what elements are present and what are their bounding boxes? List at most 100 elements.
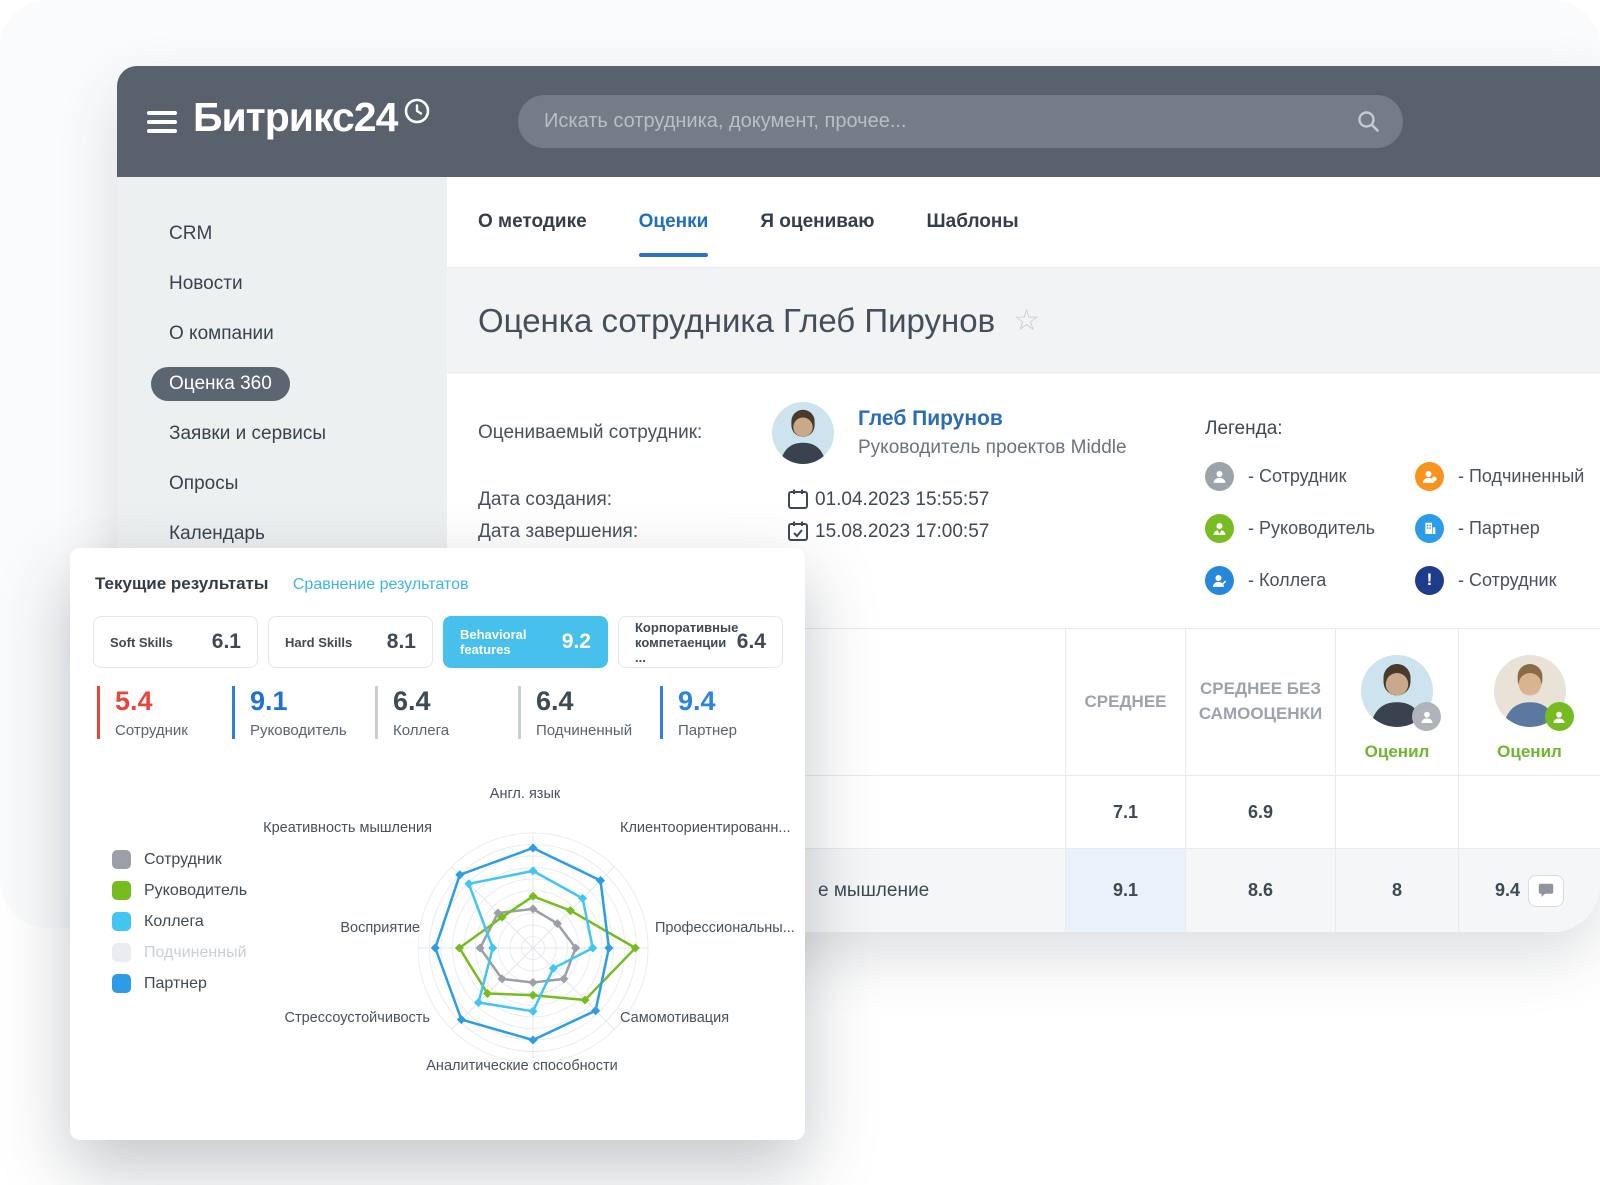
score-colleague: 6.4Коллега bbox=[375, 686, 449, 739]
legend-item-subordinate: - Подчиненный bbox=[1415, 450, 1600, 502]
tab-templates[interactable]: Шаблоны bbox=[927, 177, 1019, 267]
manager-badge-icon bbox=[1545, 702, 1574, 731]
series-swatch bbox=[112, 943, 131, 962]
legend-item-manager: - Руководитель bbox=[1205, 502, 1415, 554]
table-header-avg: СРЕДНЕЕ bbox=[1065, 629, 1185, 776]
score-employee: 5.4Сотрудник bbox=[97, 686, 188, 739]
series-swatch bbox=[112, 974, 131, 993]
evaluated-status: Оценил bbox=[1365, 740, 1430, 765]
exclamation-icon: ! bbox=[1415, 566, 1444, 595]
app-logo-text: Битрикс24 bbox=[193, 94, 397, 141]
results-card: Текущие результаты Сравнение результатов… bbox=[70, 548, 805, 1140]
sidebar-item-news[interactable]: Новости bbox=[169, 259, 447, 309]
table-cell-eval1 bbox=[1335, 776, 1458, 849]
created-label: Дата создания: bbox=[478, 489, 612, 511]
section-tabs: О методике Оценки Я оцениваю Шаблоны bbox=[447, 177, 1600, 268]
score-partner: 9.4Партнер bbox=[660, 686, 737, 739]
sidebar-item-otsenka360[interactable]: Оценка 360 bbox=[169, 359, 447, 409]
comment-button[interactable] bbox=[1528, 875, 1564, 907]
created-date: 01.04.2023 15:55:57 bbox=[815, 489, 989, 511]
calendar-check-icon bbox=[787, 520, 809, 542]
score-summary: 5.4Сотрудник 9.1Руководитель 6.4Коллега … bbox=[70, 686, 805, 766]
legend: Легенда: - Сотрудник - Подчи bbox=[1205, 418, 1600, 606]
card-tabs: Текущие результаты Сравнение результатов bbox=[70, 548, 805, 594]
table-header-evaluator-1[interactable]: Оценил bbox=[1335, 629, 1458, 776]
tab-methodology[interactable]: О методике bbox=[478, 177, 587, 267]
employee-avatar[interactable] bbox=[772, 402, 834, 464]
table-cell-avg-highlighted: 9.1 bbox=[1065, 849, 1185, 932]
sidebar-item-surveys[interactable]: Опросы bbox=[169, 459, 447, 509]
table-cell-avg-no-self: 8.6 bbox=[1185, 849, 1335, 932]
series-swatch bbox=[112, 912, 131, 931]
axis-label: Аналитические способности bbox=[426, 1058, 617, 1074]
table-cell-avg: 7.1 bbox=[1065, 776, 1185, 849]
table-cell-eval2: 9.4 bbox=[1458, 849, 1600, 932]
radar-chart bbox=[388, 803, 678, 1093]
legend-item-partner: - Партнер bbox=[1415, 502, 1600, 554]
table-cell-eval2 bbox=[1458, 776, 1600, 849]
app-logo[interactable]: Битрикс24 bbox=[193, 94, 430, 141]
sidebar-item-crm[interactable]: CRM bbox=[169, 209, 447, 259]
skill-card-corporate[interactable]: Корпоративные компетаенции ... 6.4 bbox=[618, 616, 783, 668]
radar-legend-manager[interactable]: Руководитель bbox=[112, 881, 247, 900]
table-cell-eval1: 8 bbox=[1335, 849, 1458, 932]
page-title: Оценка сотрудника Глеб Пирунов bbox=[478, 302, 995, 340]
legend-item-colleague: - Коллега bbox=[1205, 554, 1415, 606]
global-search bbox=[518, 95, 1403, 148]
comment-bubble-icon bbox=[1537, 882, 1555, 900]
skill-card-soft-skills[interactable]: Soft Skills 6.1 bbox=[93, 616, 258, 668]
page-title-band: Оценка сотрудника Глеб Пирунов ☆ bbox=[447, 268, 1600, 374]
employee-role: Руководитель проектов Middle bbox=[858, 437, 1127, 459]
employee-label: Оцениваемый сотрудник: bbox=[478, 422, 702, 444]
axis-label: Профессиональны... bbox=[655, 920, 795, 936]
app-header: Битрикс24 bbox=[117, 66, 1600, 177]
axis-label: Восприятие bbox=[340, 920, 420, 936]
radar-legend-colleague[interactable]: Коллега bbox=[112, 912, 247, 931]
employee-badge-icon bbox=[1412, 702, 1441, 731]
clock-icon bbox=[404, 98, 430, 124]
radar-legend: Сотрудник Руководитель Коллега Подчиненн… bbox=[112, 850, 247, 993]
axis-label: Стрессоустойчивость bbox=[285, 1010, 431, 1026]
table-header-evaluator-2[interactable]: Оценил bbox=[1458, 629, 1600, 776]
menu-icon[interactable] bbox=[147, 111, 177, 134]
axis-label: Англ. язык bbox=[490, 786, 560, 802]
radar-chart-section: Сотрудник Руководитель Коллега Подчиненн… bbox=[70, 778, 805, 1140]
employee-name-link[interactable]: Глеб Пирунов bbox=[858, 407, 1003, 431]
finished-date: 15.08.2023 17:00:57 bbox=[815, 521, 989, 543]
radar-legend-subordinate[interactable]: Подчиненный bbox=[112, 943, 247, 962]
table-cell-avg-no-self: 6.9 bbox=[1185, 776, 1335, 849]
radar-legend-partner[interactable]: Партнер bbox=[112, 974, 247, 993]
calendar-icon bbox=[787, 488, 809, 510]
person-icon bbox=[1205, 514, 1234, 543]
series-swatch bbox=[112, 881, 131, 900]
legend-item-employee-alert: ! - Сотрудник bbox=[1415, 554, 1600, 606]
person-icon bbox=[1205, 462, 1234, 491]
series-swatch bbox=[112, 850, 131, 869]
radar-legend-employee[interactable]: Сотрудник bbox=[112, 850, 247, 869]
axis-label: Креативность мышления bbox=[263, 820, 432, 836]
axis-label: Самомотивация bbox=[620, 1010, 729, 1026]
tab-compare-results[interactable]: Сравнение результатов bbox=[293, 576, 469, 593]
sidebar-item-requests[interactable]: Заявки и сервисы bbox=[169, 409, 447, 459]
screenshot-stage: Битрикс24 CRM Новости О компании Оц bbox=[0, 0, 1600, 1185]
skill-cards: Soft Skills 6.1 Hard Skills 8.1 Behavior… bbox=[93, 616, 783, 668]
tab-evaluations[interactable]: Оценки bbox=[639, 177, 709, 267]
axis-label: Клиентоориентированн... bbox=[620, 820, 791, 836]
score-manager: 9.1Руководитель bbox=[232, 686, 347, 739]
favorite-star-icon[interactable]: ☆ bbox=[1013, 306, 1040, 336]
search-input[interactable] bbox=[518, 95, 1403, 148]
skill-card-hard-skills[interactable]: Hard Skills 8.1 bbox=[268, 616, 433, 668]
search-icon[interactable] bbox=[1356, 109, 1381, 134]
tab-i-evaluate[interactable]: Я оцениваю bbox=[760, 177, 874, 267]
finished-label: Дата завершения: bbox=[478, 521, 638, 543]
score-subordinate: 6.4Подчиненный bbox=[518, 686, 632, 739]
person-icon bbox=[1415, 462, 1444, 491]
table-header-avg-no-self: СРЕДНЕЕ БЕЗ САМООЦЕНКИ bbox=[1185, 629, 1335, 776]
skill-card-behavioral[interactable]: Behavioral features 9.2 bbox=[443, 616, 608, 668]
tab-current-results[interactable]: Текущие результаты bbox=[95, 574, 268, 593]
person-icon bbox=[1205, 566, 1234, 595]
evaluated-status: Оценил bbox=[1497, 740, 1562, 765]
active-item-pill: Оценка 360 bbox=[151, 367, 290, 401]
sidebar-item-company[interactable]: О компании bbox=[169, 309, 447, 359]
legend-item-employee: - Сотрудник bbox=[1205, 450, 1415, 502]
